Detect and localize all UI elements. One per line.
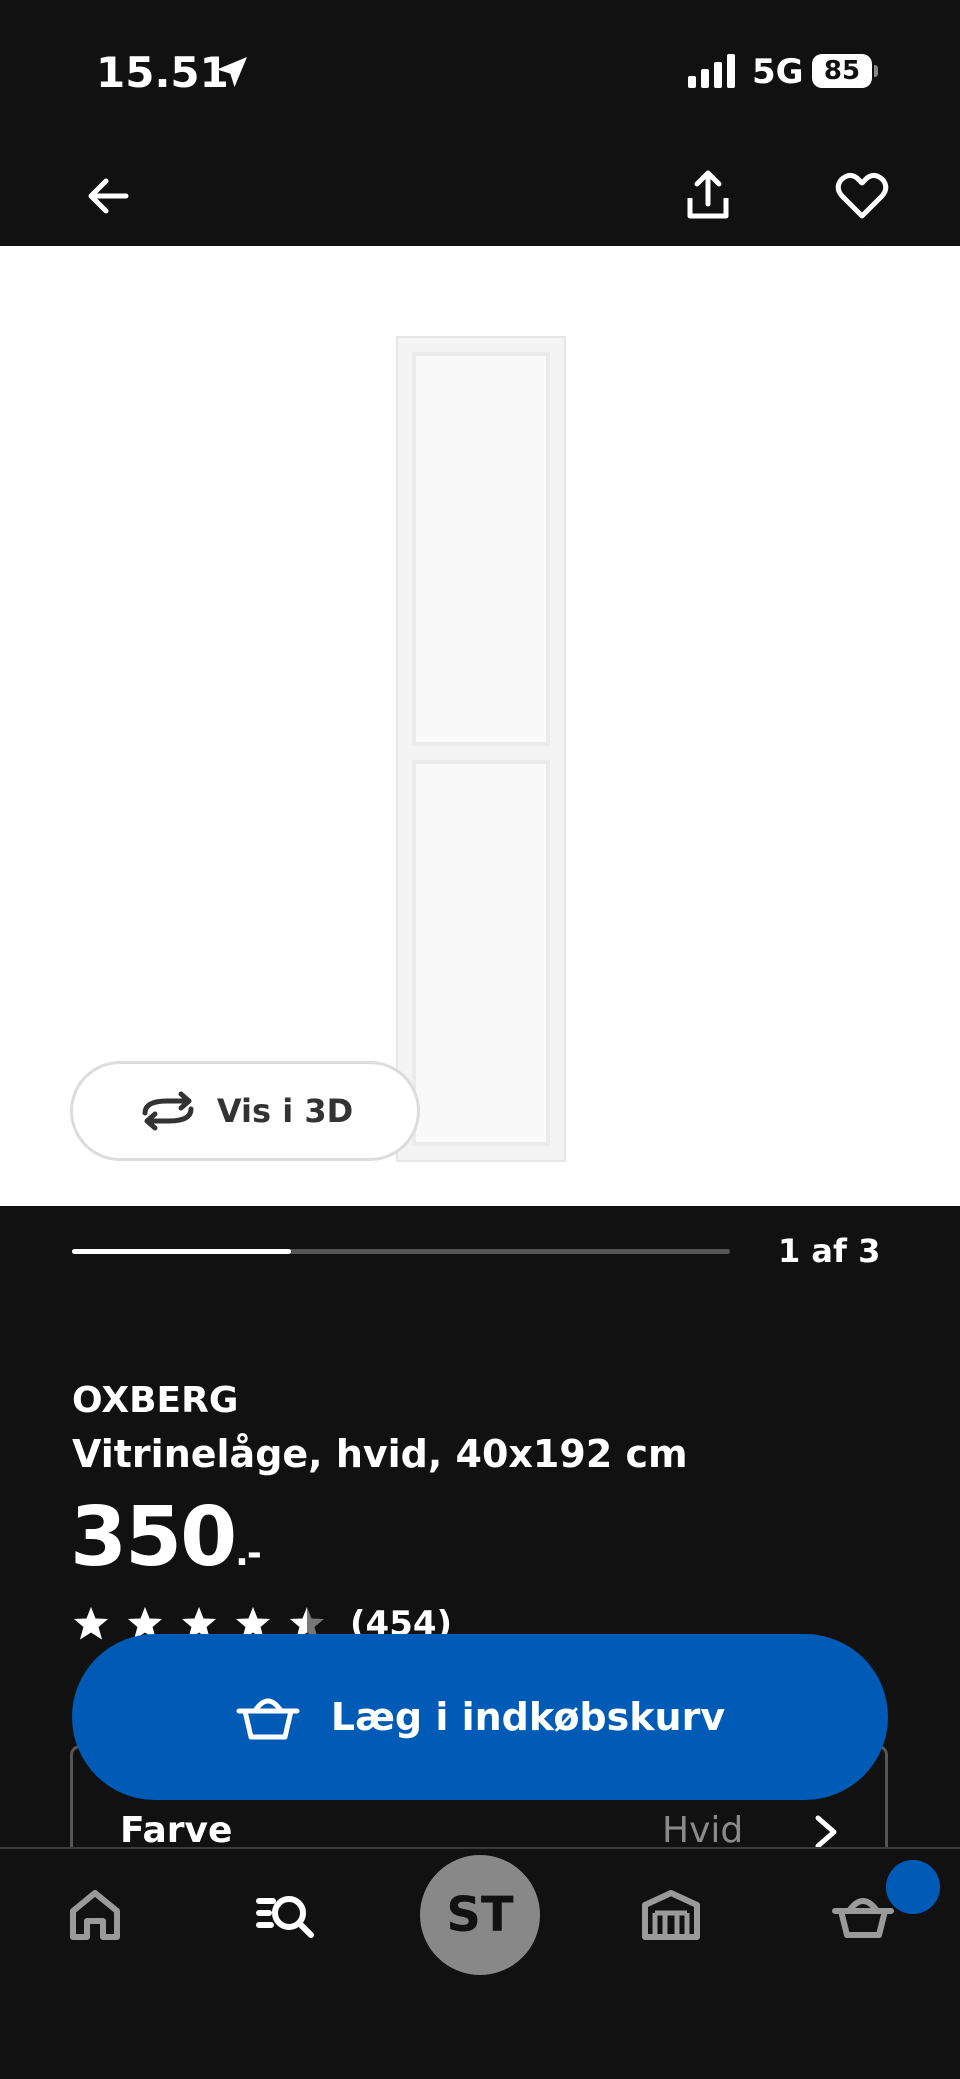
- signal-icon: [688, 54, 735, 88]
- status-time: 15.51: [96, 48, 229, 97]
- view-3d-button[interactable]: Vis i 3D: [70, 1061, 420, 1161]
- favorite-button[interactable]: [812, 146, 912, 246]
- gallery-counter: 1 af 3: [778, 1232, 881, 1270]
- product-description: Vitrinelåge, hvid, 40x192 cm: [72, 1432, 688, 1476]
- battery-level: 85: [823, 56, 861, 86]
- view-3d-label: Vis i 3D: [216, 1092, 354, 1130]
- chevron-right-icon: [815, 1815, 837, 1849]
- heart-icon: [835, 172, 889, 219]
- nav-home[interactable]: [40, 1870, 150, 1960]
- share-icon: [687, 170, 729, 219]
- nav-store[interactable]: [616, 1870, 726, 1960]
- home-icon: [70, 1890, 120, 1940]
- add-to-basket-button[interactable]: Læg i indkøbskurv: [72, 1634, 888, 1800]
- share-button[interactable]: [658, 146, 758, 246]
- color-value: Hvid: [662, 1810, 744, 1851]
- basket-badge: [886, 1860, 940, 1914]
- basket-icon: [236, 1698, 300, 1740]
- nav-search[interactable]: [232, 1870, 342, 1960]
- search-icon: [256, 1896, 314, 1938]
- battery-icon: 85: [812, 54, 878, 88]
- add-to-basket-label: Læg i indkøbskurv: [330, 1695, 726, 1739]
- store-icon: [642, 1890, 700, 1940]
- star-icon: [74, 1607, 108, 1640]
- basket-icon: [832, 1898, 894, 1938]
- product-image[interactable]: Vis i 3D: [0, 246, 960, 1206]
- rotate-3d-icon: [142, 1091, 194, 1131]
- location-arrow-icon: [217, 57, 247, 87]
- network-type: 5G: [752, 52, 804, 92]
- back-button[interactable]: [58, 146, 158, 246]
- product-photo-door: [396, 336, 566, 1162]
- product-brand: OXBERG: [72, 1380, 239, 1421]
- gallery-progress-fill: [72, 1249, 292, 1254]
- gallery-progress: [72, 1249, 730, 1254]
- color-label: Farve: [120, 1810, 233, 1851]
- price-suffix: .-: [235, 1533, 262, 1574]
- product-price: 350.-: [70, 1490, 262, 1585]
- profile-avatar[interactable]: ST: [420, 1855, 540, 1975]
- price-value: 350: [70, 1490, 237, 1585]
- arrow-left-icon: [88, 178, 129, 214]
